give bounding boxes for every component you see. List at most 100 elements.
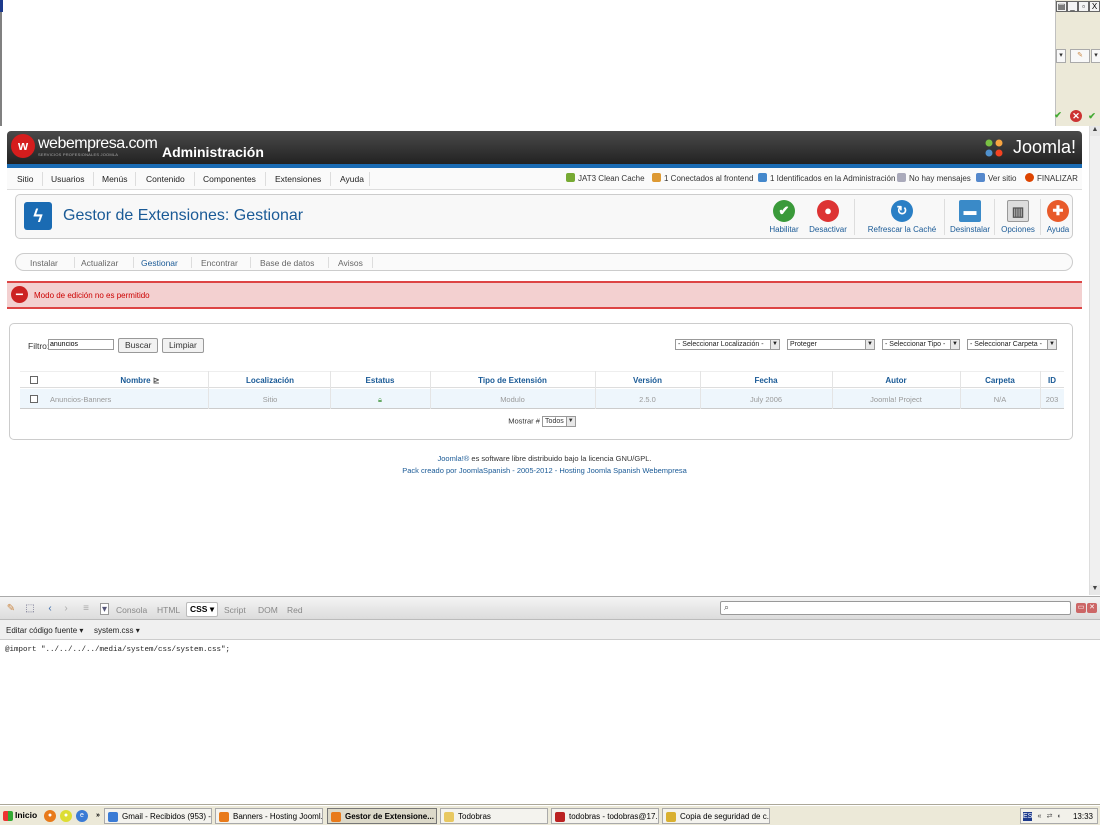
options-button[interactable]: ▥ Opciones	[998, 200, 1038, 234]
volume-icon[interactable]: ◐	[1055, 812, 1064, 821]
window-close-button[interactable]: X	[1089, 1, 1100, 12]
firebug-icon[interactable]: ✎	[5, 603, 17, 615]
credits-link[interactable]: Pack creado por JoomlaSpanish - 2005-201…	[402, 466, 687, 475]
task-backup[interactable]: Copia de seguridad de c...	[662, 808, 770, 824]
clear-button[interactable]: Limpiar	[162, 338, 204, 353]
protect-select[interactable]: Proteger ▼	[787, 339, 875, 350]
col-name[interactable]: Nombre ⊵	[50, 376, 230, 385]
col-version[interactable]: Versión	[595, 376, 700, 385]
back-icon[interactable]: ‹	[44, 603, 56, 615]
view-site-link[interactable]: Ver sitio	[976, 173, 1016, 183]
window-extra-button[interactable]: ▤	[1056, 1, 1067, 12]
refresh-icon: ↻	[891, 200, 913, 222]
col-folder[interactable]: Carpeta	[960, 376, 1040, 385]
logout-link[interactable]: FINALIZAR	[1025, 173, 1078, 183]
panel-menu-icon[interactable]: ▾	[1091, 49, 1100, 63]
inspect-icon[interactable]: ⬚	[24, 603, 36, 615]
tab-update[interactable]: Actualizar	[81, 258, 118, 268]
firebug-minimize-icon[interactable]: ▭	[1076, 603, 1086, 613]
task-banners[interactable]: Banners - Hosting Jooml...	[215, 808, 323, 824]
tab-manage[interactable]: Gestionar	[141, 258, 178, 268]
menu-contenido[interactable]: Contenido	[145, 174, 186, 184]
edit-source-menu[interactable]: Editar código fuente ▾	[6, 626, 83, 635]
menu-extensiones[interactable]: Extensiones	[274, 174, 322, 184]
tab-script[interactable]: Script	[224, 605, 246, 615]
clean-cache-link[interactable]: JAT3 Clean Cache	[566, 173, 645, 183]
page-scrollbar[interactable]: ▲ ▼	[1089, 126, 1100, 595]
messages-link[interactable]: No hay mensajes	[897, 173, 971, 183]
extension-manager-icon: ϟ	[24, 202, 52, 230]
dropdown-icon[interactable]: ▾	[100, 603, 109, 615]
menu-sitio[interactable]: Sitio	[16, 174, 35, 184]
select-all-checkbox[interactable]	[30, 376, 38, 384]
tab-net[interactable]: Red	[287, 605, 303, 615]
firefox-icon[interactable]: ●	[44, 810, 56, 822]
scroll-up-icon[interactable]: ▲	[1090, 126, 1100, 136]
type-select[interactable]: - Seleccionar Tipo - ▼	[882, 339, 960, 350]
tab-console[interactable]: Consola	[116, 605, 147, 615]
tab-database[interactable]: Base de datos	[260, 258, 314, 268]
col-location[interactable]: Localización	[208, 376, 332, 385]
more-quicklaunch-icon[interactable]: »	[92, 810, 104, 822]
tab-html[interactable]: HTML	[157, 605, 180, 615]
tab-install[interactable]: Instalar	[30, 258, 58, 268]
checkmark-icon[interactable]: ✔	[1052, 109, 1064, 121]
css-source[interactable]: @import "../../../../media/system/css/sy…	[5, 646, 230, 654]
firebug-side-panel: ▤ _ ▫ X ▾ ✎ ▾ ✔ ✕ ✔	[1052, 0, 1100, 126]
col-type[interactable]: Tipo de Extensión	[430, 376, 595, 385]
menu-componentes[interactable]: Componentes	[202, 174, 257, 184]
scroll-down-icon[interactable]: ▼	[1090, 585, 1100, 595]
col-date[interactable]: Fecha	[700, 376, 832, 385]
tab-discover[interactable]: Encontrar	[201, 258, 238, 268]
chrome-icon[interactable]: ●	[60, 810, 72, 822]
menu-menus[interactable]: Menús	[101, 174, 129, 184]
cell-name[interactable]: Anuncios-Banners	[50, 395, 111, 404]
menu-divider	[42, 172, 43, 186]
column-divider	[330, 371, 331, 409]
firebug-close-icon[interactable]: ✕	[1087, 603, 1097, 613]
backup-icon	[666, 812, 676, 822]
filter-label: Filtro:	[28, 341, 50, 351]
cancel-icon[interactable]: ✕	[1070, 110, 1082, 122]
window-minimize-button[interactable]: _	[1067, 1, 1078, 12]
checkmark-icon-2[interactable]: ✔	[1086, 110, 1098, 122]
network-icon[interactable]: ⇄	[1045, 812, 1054, 821]
ie-icon[interactable]: e	[76, 810, 88, 822]
location-select[interactable]: - Seleccionar Localización - ▼	[675, 339, 780, 350]
tab-css[interactable]: CSS ▾	[186, 602, 219, 617]
col-status[interactable]: Estatus	[330, 376, 430, 385]
joomla-mark-icon	[985, 139, 1003, 157]
uninstall-button[interactable]: ▬ Desinstalar	[948, 200, 992, 234]
enable-button[interactable]: ✔ Habilitar	[764, 200, 804, 234]
search-button[interactable]: Buscar	[118, 338, 159, 353]
brand-name: webempresa.com	[38, 135, 158, 152]
menu-ayuda[interactable]: Ayuda	[339, 174, 365, 184]
start-button[interactable]: Inicio	[1, 808, 39, 824]
folder-select[interactable]: - Seleccionar Carpeta - ▼	[967, 339, 1057, 350]
task-todobras[interactable]: Todobras	[440, 808, 548, 824]
tab-dom[interactable]: DOM	[258, 605, 278, 615]
show-hidden-icons[interactable]: «	[1035, 812, 1044, 821]
refresh-cache-button[interactable]: ↻ Refrescar la Caché	[858, 200, 946, 234]
forward-icon[interactable]: ›	[60, 603, 72, 615]
tab-warnings[interactable]: Avisos	[338, 258, 363, 268]
list-limit-select[interactable]: Todos ▼	[542, 416, 576, 427]
row-checkbox[interactable]	[30, 395, 38, 403]
css-file-menu[interactable]: system.css ▾	[94, 626, 140, 635]
firebug-search-input[interactable]: ⌕	[720, 601, 1071, 615]
window-restore-button[interactable]: ▫	[1078, 1, 1089, 12]
col-author[interactable]: Autor	[832, 376, 960, 385]
task-gmail[interactable]: Gmail - Recibidos (953) - ...	[104, 808, 212, 824]
help-button[interactable]: ✚ Ayuda	[1043, 200, 1073, 234]
language-indicator[interactable]: ES	[1023, 812, 1032, 821]
joomla-link[interactable]: Joomla!®	[438, 454, 470, 463]
disable-button[interactable]: ● Desactivar	[807, 200, 849, 234]
menu-usuarios[interactable]: Usuarios	[50, 174, 86, 184]
task-extension-manager[interactable]: Gestor de Extensione...	[327, 808, 437, 824]
task-filezilla[interactable]: todobras - todobras@17...	[551, 808, 659, 824]
panel-dropdown-icon[interactable]: ▾	[1056, 49, 1066, 63]
panel-list-icon[interactable]: ≡	[80, 603, 92, 615]
filter-search-input[interactable]	[48, 339, 114, 350]
firebug-icon[interactable]: ✎	[1070, 49, 1090, 63]
col-id[interactable]: ID	[1040, 376, 1064, 385]
